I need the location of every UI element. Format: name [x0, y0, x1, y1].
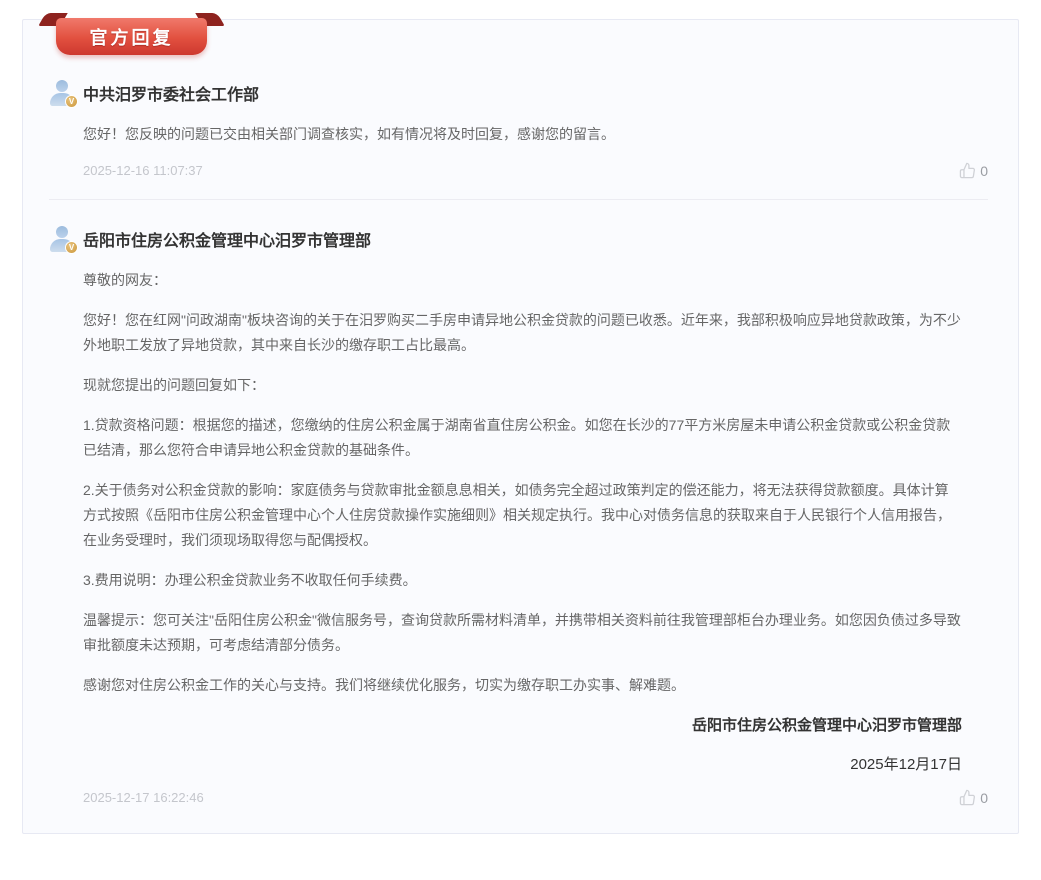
reply-timestamp: 2025-12-17 16:22:46 — [83, 790, 204, 805]
reply-body: 尊敬的网友： 您好！您在红网"问政湖南"板块咨询的关于在汨罗购买二手房申请异地公… — [83, 268, 962, 777]
reply-paragraph: 现就您提出的问题回复如下： — [83, 373, 962, 398]
reply-header: V 中共汨罗市委社会工作部 — [49, 80, 988, 106]
reply-signature-date: 2025年12月17日 — [83, 752, 962, 777]
like-count: 0 — [980, 163, 988, 179]
reply-paragraph: 温馨提示：您可关注"岳阳住房公积金"微信服务号，查询贷款所需材料清单，并携带相关… — [83, 608, 962, 658]
reply-paragraph: 1.贷款资格问题：根据您的描述，您缴纳的住房公积金属于湖南省直住房公积金。如您在… — [83, 413, 962, 463]
reply-paragraph: 您好！您在红网"问政湖南"板块咨询的关于在汨罗购买二手房申请异地公积金贷款的问题… — [83, 308, 962, 358]
reply-author: 中共汨罗市委社会工作部 — [83, 81, 259, 105]
reply-divider — [49, 199, 988, 200]
reply-footer: 2025-12-17 16:22:46 0 — [83, 789, 988, 806]
thumbs-up-icon — [959, 789, 976, 806]
thumbs-up-icon — [959, 162, 976, 179]
official-reply-item: V 岳阳市住房公积金管理中心汨罗市管理部 尊敬的网友： 您好！您在红网"问政湖南… — [49, 226, 988, 806]
reply-header: V 岳阳市住房公积金管理中心汨罗市管理部 — [49, 226, 988, 252]
like-button[interactable]: 0 — [959, 789, 988, 806]
reply-body: 您好！您反映的问题已交由相关部门调查核实，如有情况将及时回复，感谢您的留言。 — [83, 122, 962, 147]
reply-paragraph: 您好！您反映的问题已交由相关部门调查核实，如有情况将及时回复，感谢您的留言。 — [83, 122, 962, 147]
like-count: 0 — [980, 790, 988, 806]
reply-paragraph: 2.关于债务对公积金贷款的影响：家庭债务与贷款审批金额息息相关，如债务完全超过政… — [83, 478, 962, 553]
avatar-person-icon — [56, 80, 68, 92]
reply-paragraph: 感谢您对住房公积金工作的关心与支持。我们将继续优化服务，切实为缴存职工办实事、解… — [83, 673, 962, 698]
official-reply-panel: 官方回复 V 中共汨罗市委社会工作部 您好！您反映的问题已交由相关部门调查核实，… — [22, 19, 1019, 834]
reply-paragraph: 3.费用说明：办理公积金贷款业务不收取任何手续费。 — [83, 568, 962, 593]
reply-signature: 岳阳市住房公积金管理中心汨罗市管理部 — [83, 713, 962, 738]
reply-author: 岳阳市住房公积金管理中心汨罗市管理部 — [83, 227, 371, 251]
verified-badge-icon: V — [65, 241, 78, 254]
avatar-person-icon — [56, 226, 68, 238]
avatar: V — [49, 226, 75, 252]
official-reply-banner: 官方回复 — [39, 11, 229, 57]
verified-badge-icon: V — [65, 95, 78, 108]
avatar: V — [49, 80, 75, 106]
official-reply-banner-label: 官方回复 — [56, 18, 207, 55]
reply-timestamp: 2025-12-16 11:07:37 — [83, 163, 203, 178]
reply-paragraph: 尊敬的网友： — [83, 268, 962, 293]
reply-footer: 2025-12-16 11:07:37 0 — [83, 162, 988, 179]
official-reply-item: V 中共汨罗市委社会工作部 您好！您反映的问题已交由相关部门调查核实，如有情况将… — [49, 80, 988, 179]
like-button[interactable]: 0 — [959, 162, 988, 179]
